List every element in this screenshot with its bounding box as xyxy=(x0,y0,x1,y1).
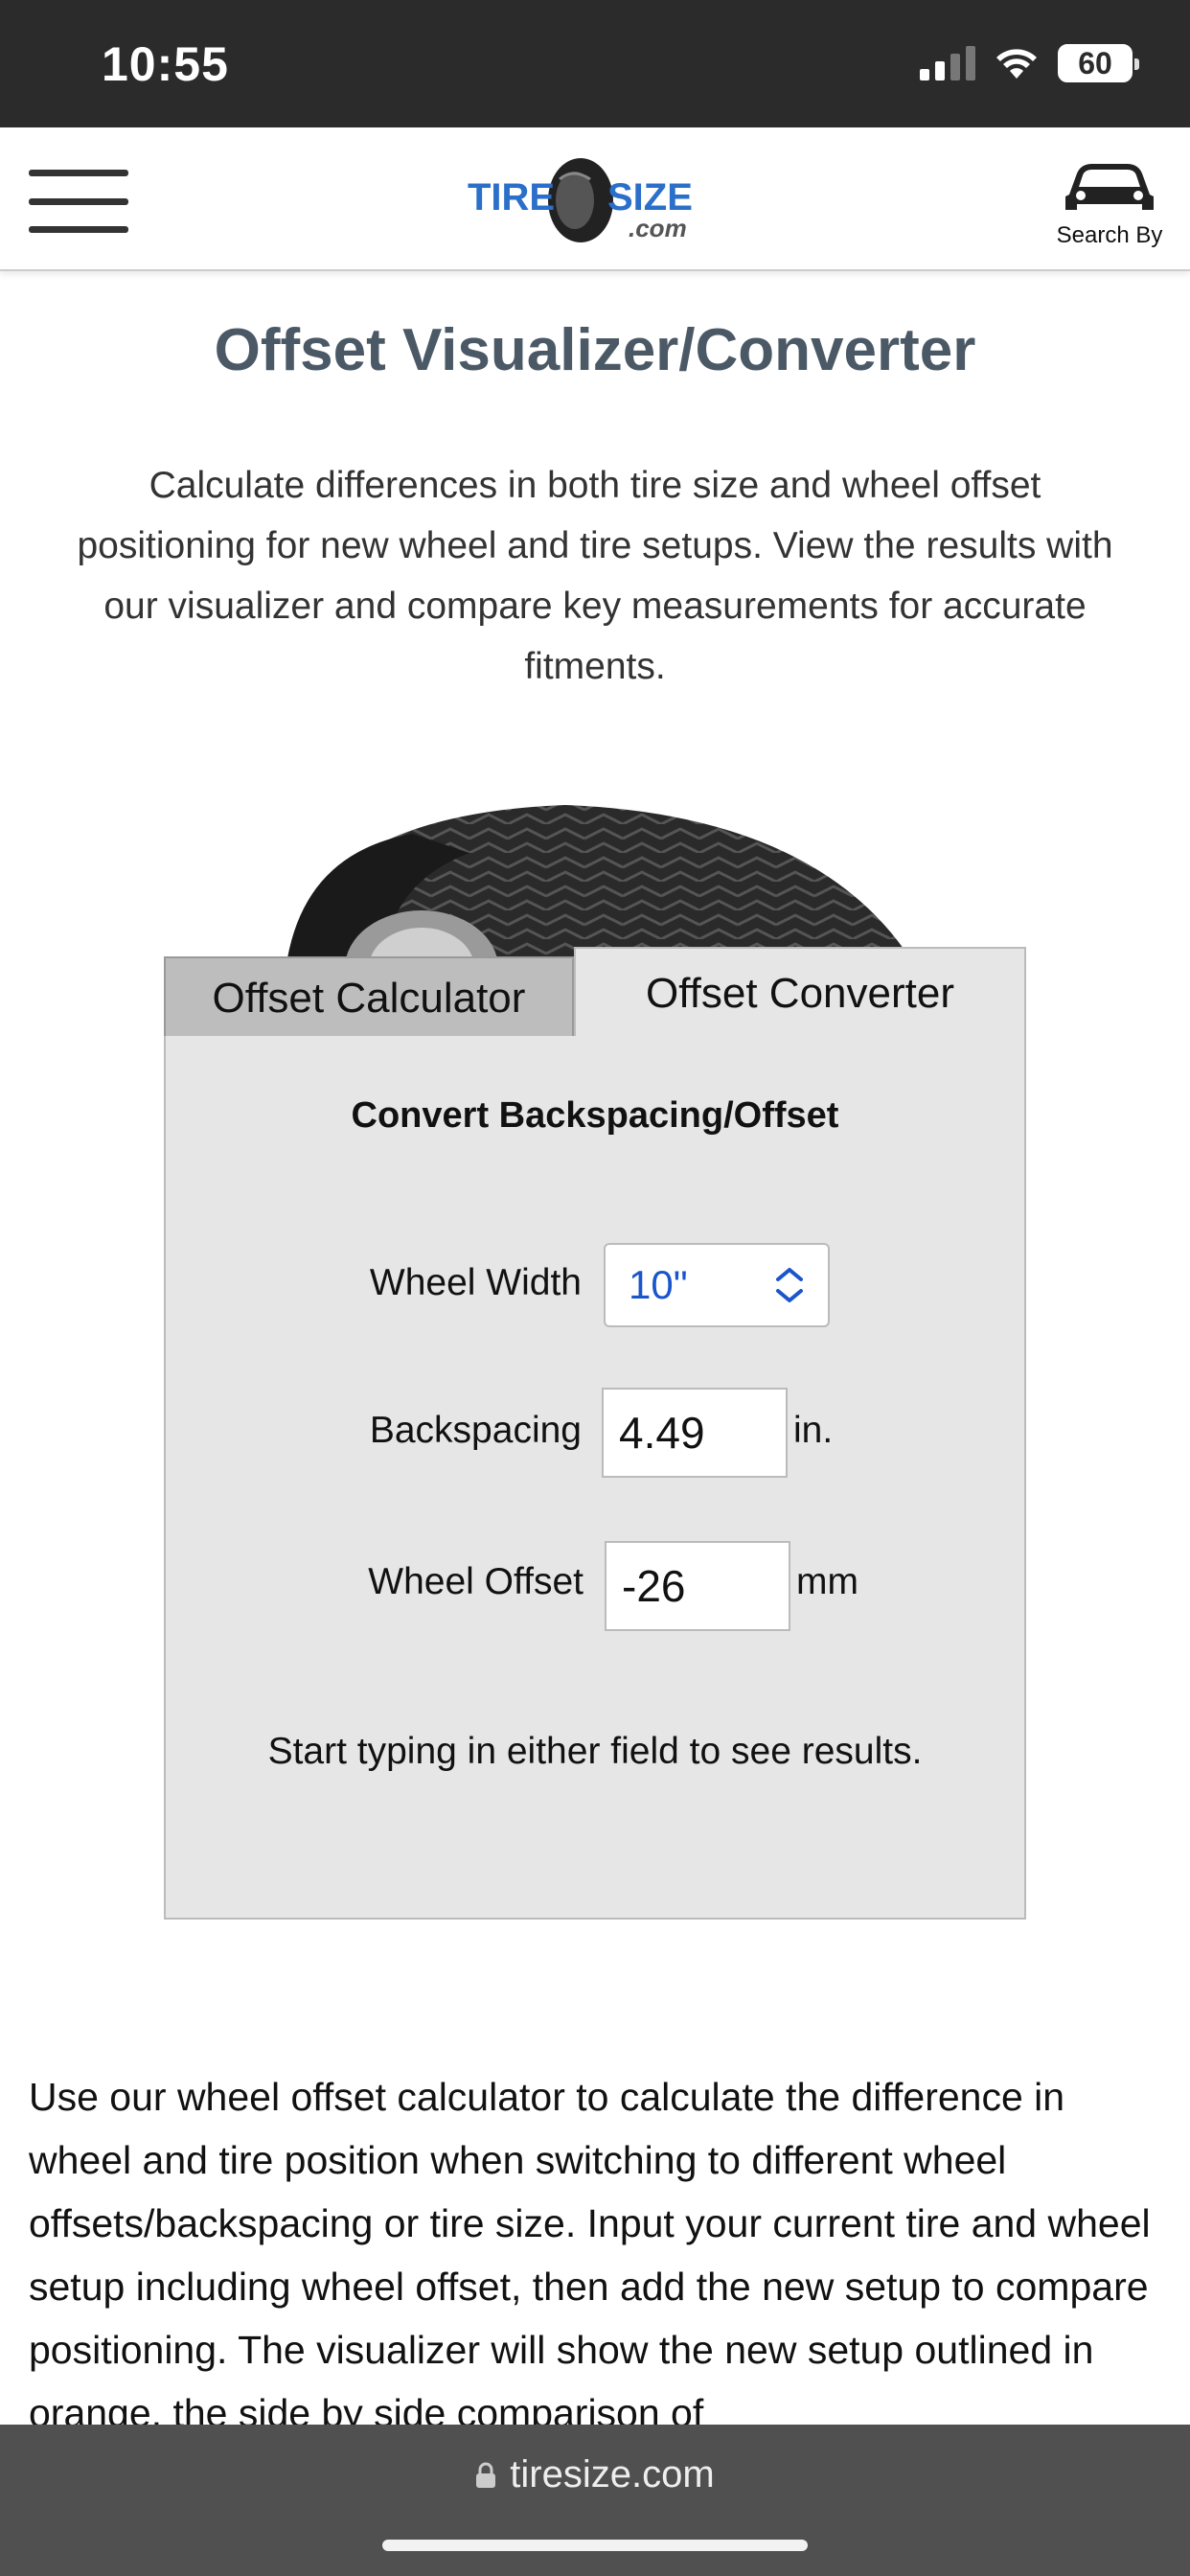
search-by-label: Search By xyxy=(1056,222,1163,248)
menu-icon[interactable] xyxy=(29,170,128,233)
status-time: 10:55 xyxy=(102,37,229,91)
home-indicator[interactable] xyxy=(382,2540,808,2551)
browser-address-bar[interactable]: tiresize.com xyxy=(0,2425,1190,2576)
logo-tire-graphic xyxy=(548,158,613,242)
url-text: tiresize.com xyxy=(510,2453,715,2496)
wheel-width-label: Wheel Width xyxy=(369,1262,582,1303)
description-text: Use our wheel offset calculator to calcu… xyxy=(29,2075,1151,2435)
battery-icon: 60 xyxy=(1058,44,1139,82)
site-header: TIRE SIZE .com Search By xyxy=(0,127,1190,271)
wheel-width-value: 10" xyxy=(629,1262,688,1307)
page-title: Offset Visualizer/Converter xyxy=(214,317,976,383)
logo-text-com: .com xyxy=(629,214,687,242)
car-icon xyxy=(1065,164,1154,210)
wifi-icon xyxy=(996,49,1037,79)
tab-offset-calculator[interactable]: Offset Calculator xyxy=(164,956,574,1038)
url-display[interactable]: tiresize.com xyxy=(0,2453,1190,2496)
backspacing-label: Backspacing xyxy=(369,1410,582,1451)
search-by-button[interactable]: Search By xyxy=(1052,156,1167,252)
site-logo[interactable]: TIRE SIZE .com xyxy=(468,150,726,246)
wheel-offset-label: Wheel Offset xyxy=(368,1561,584,1602)
status-bar: 10:55 60 xyxy=(0,0,1190,127)
backspacing-unit: in. xyxy=(793,1410,834,1451)
page-intro: Calculate differences in both tire size … xyxy=(77,465,1113,687)
status-icons: 60 xyxy=(920,44,1139,82)
chevron-updown-icon xyxy=(776,1268,803,1302)
backspacing-input[interactable]: 4.49 xyxy=(602,1388,788,1478)
wheel-offset-input[interactable]: -26 xyxy=(605,1541,790,1631)
converter-hint: Start typing in either field to see resu… xyxy=(267,1731,923,1772)
wheel-width-select[interactable]: 10" xyxy=(604,1243,830,1327)
lock-icon xyxy=(476,2462,496,2488)
offset-tabs: Offset Calculator Offset Converter xyxy=(164,947,1026,1038)
converter-panel: Convert Backspacing/Offset Wheel Width 1… xyxy=(164,1036,1026,1920)
logo-text-size: SIZE xyxy=(607,176,693,218)
wheel-offset-unit: mm xyxy=(796,1561,858,1602)
tab-offset-converter[interactable]: Offset Converter xyxy=(574,947,1026,1038)
converter-heading: Convert Backspacing/Offset xyxy=(351,1095,839,1136)
tire-image xyxy=(287,805,910,958)
logo-text-tire: TIRE xyxy=(468,176,555,218)
cellular-signal-icon xyxy=(920,46,975,80)
